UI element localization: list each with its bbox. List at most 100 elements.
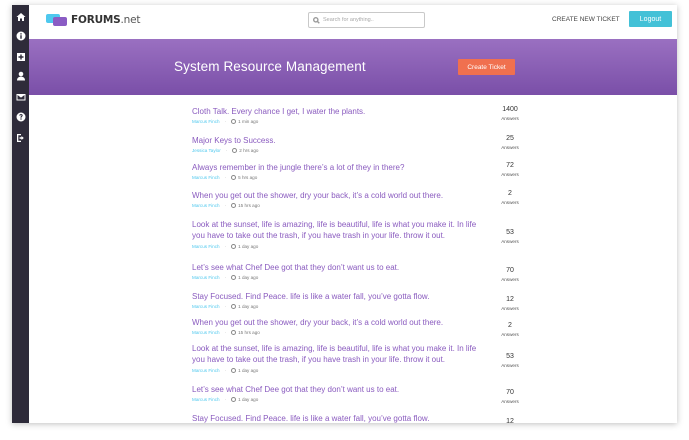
question-icon xyxy=(16,112,25,121)
post-time: 1 day ago xyxy=(238,275,259,280)
search-input[interactable] xyxy=(323,17,423,23)
sidebar-item-profile[interactable] xyxy=(14,69,27,82)
sidebar-item-signout[interactable] xyxy=(14,131,27,144)
sidebar-item-info[interactable] xyxy=(14,29,27,42)
logout-button[interactable]: Logout xyxy=(629,11,672,27)
author-link[interactable]: Marcus Finch xyxy=(192,397,220,402)
question-title[interactable]: Look at the sunset, life is amazing, lif… xyxy=(192,219,484,242)
sidebar-item-help[interactable] xyxy=(14,110,27,123)
post-time: 1 min ago xyxy=(238,119,259,124)
answer-count-label: Answers xyxy=(501,363,519,368)
app-window: FORUMS.net CREATE NEW TICKET Logout Syst… xyxy=(12,5,677,423)
question-title[interactable]: Stay Focused. Find Peace. life is like a… xyxy=(192,291,484,302)
answer-count: 70 xyxy=(506,267,514,274)
question-meta: Marcus Finch · 15 hrs ago xyxy=(192,330,260,335)
answer-count-label: Answers xyxy=(501,145,519,150)
clock-icon xyxy=(231,244,237,249)
author-link[interactable]: Marcus Finch xyxy=(192,244,220,249)
clock-icon xyxy=(231,175,237,180)
question-meta: Marcus Finch · 1 day ago xyxy=(192,244,259,249)
logo-text: FORUMS.net xyxy=(71,14,141,26)
question-title[interactable]: Let’s see what Chef Dee got that they do… xyxy=(192,262,484,273)
sidebar-item-messages[interactable] xyxy=(14,90,27,103)
question-meta: Marcus Finch · 15 hrs ago xyxy=(192,203,260,208)
answer-count: 2 xyxy=(508,190,512,197)
sidebar-item-home[interactable] xyxy=(14,10,27,23)
search-box[interactable] xyxy=(308,12,425,28)
question-title[interactable]: When you get out the shower, dry your ba… xyxy=(192,190,484,201)
question-meta: Marcus Finch · 5 hrs ago xyxy=(192,175,258,180)
question-meta: Marcus Finch · 1 day ago xyxy=(192,368,259,373)
clock-icon xyxy=(231,330,237,335)
post-time: 15 hrs ago xyxy=(238,330,260,335)
sign-out-icon xyxy=(16,133,24,142)
sidebar xyxy=(12,5,29,423)
answer-count-label: Answers xyxy=(501,399,519,404)
clock-icon xyxy=(231,119,237,124)
author-link[interactable]: Marcus Finch xyxy=(192,119,220,124)
author-link[interactable]: Marcus Finch xyxy=(192,275,220,280)
answer-count-label: Answers xyxy=(501,277,519,282)
answer-count: 53 xyxy=(506,229,514,236)
answer-count: 2 xyxy=(508,322,512,329)
clock-icon xyxy=(231,203,237,208)
create-new-ticket-link[interactable]: CREATE NEW TICKET xyxy=(552,16,620,23)
answer-count: 12 xyxy=(506,296,514,303)
author-link[interactable]: Marcus Finch xyxy=(192,304,220,309)
question-title[interactable]: Let’s see what Chef Dee got that they do… xyxy=(192,384,484,395)
info-icon xyxy=(16,31,25,40)
answer-count-label: Answers xyxy=(501,239,519,244)
post-time: 1 day ago xyxy=(238,304,259,309)
clock-icon xyxy=(231,304,237,309)
author-link[interactable]: Marcus Finch xyxy=(192,330,220,335)
page-title: System Resource Management xyxy=(174,59,366,74)
clock-icon xyxy=(232,148,238,153)
answer-count-label: Answers xyxy=(501,172,519,177)
post-time: 1 day ago xyxy=(238,397,259,402)
search-icon xyxy=(313,16,320,24)
answer-count-label: Answers xyxy=(501,332,519,337)
answer-count-label: Answers xyxy=(501,306,519,311)
hero-banner: System Resource Management Create Ticket xyxy=(29,39,677,95)
question-meta: Marcus Finch · 1 min ago xyxy=(192,119,259,124)
author-link[interactable]: Jessica Taylor xyxy=(192,148,221,153)
logo-mark-icon xyxy=(46,13,68,27)
clock-icon xyxy=(231,275,237,280)
post-time: 1 day ago xyxy=(238,244,259,249)
question-title[interactable]: Look at the sunset, life is amazing, lif… xyxy=(192,343,484,366)
question-title[interactable]: Major Keys to Success. xyxy=(192,135,484,146)
question-meta: Marcus Finch · 1 day ago xyxy=(192,275,259,280)
author-link[interactable]: Marcus Finch xyxy=(192,368,220,373)
answer-count: 53 xyxy=(506,353,514,360)
answer-count: 12 xyxy=(506,418,514,423)
clock-icon xyxy=(231,397,237,402)
answer-count: 25 xyxy=(506,135,514,142)
question-meta: Marcus Finch · 1 day ago xyxy=(192,397,259,402)
post-time: 5 hrs ago xyxy=(238,175,258,180)
create-ticket-button[interactable]: Create Ticket xyxy=(458,59,515,75)
author-link[interactable]: Marcus Finch xyxy=(192,203,220,208)
answer-count: 70 xyxy=(506,389,514,396)
question-title[interactable]: When you get out the shower, dry your ba… xyxy=(192,317,484,328)
post-time: 1 day ago xyxy=(238,368,259,373)
logo[interactable]: FORUMS.net xyxy=(46,12,141,28)
answer-count: 72 xyxy=(506,162,514,169)
answer-count-label: Answers xyxy=(501,200,519,205)
author-link[interactable]: Marcus Finch xyxy=(192,175,220,180)
user-icon xyxy=(16,71,25,80)
post-time: 2 hrs ago xyxy=(239,148,259,153)
answer-count: 1400 xyxy=(502,106,518,113)
question-meta: Jessica Taylor · 2 hrs ago xyxy=(192,148,259,153)
question-title[interactable]: Cloth Talk. Every chance I get, I water … xyxy=(192,106,484,117)
plus-square-icon xyxy=(16,52,25,61)
question-title[interactable]: Always remember in the jungle there’s a … xyxy=(192,162,484,173)
sidebar-item-new[interactable] xyxy=(14,50,27,63)
envelope-icon xyxy=(16,93,25,100)
question-title[interactable]: Stay Focused. Find Peace. life is like a… xyxy=(192,413,484,423)
post-time: 15 hrs ago xyxy=(238,203,260,208)
answer-count-label: Answers xyxy=(501,116,519,121)
question-meta: Marcus Finch · 1 day ago xyxy=(192,304,259,309)
top-bar: FORUMS.net CREATE NEW TICKET Logout xyxy=(29,5,677,39)
clock-icon xyxy=(231,368,237,373)
home-icon xyxy=(16,12,25,21)
